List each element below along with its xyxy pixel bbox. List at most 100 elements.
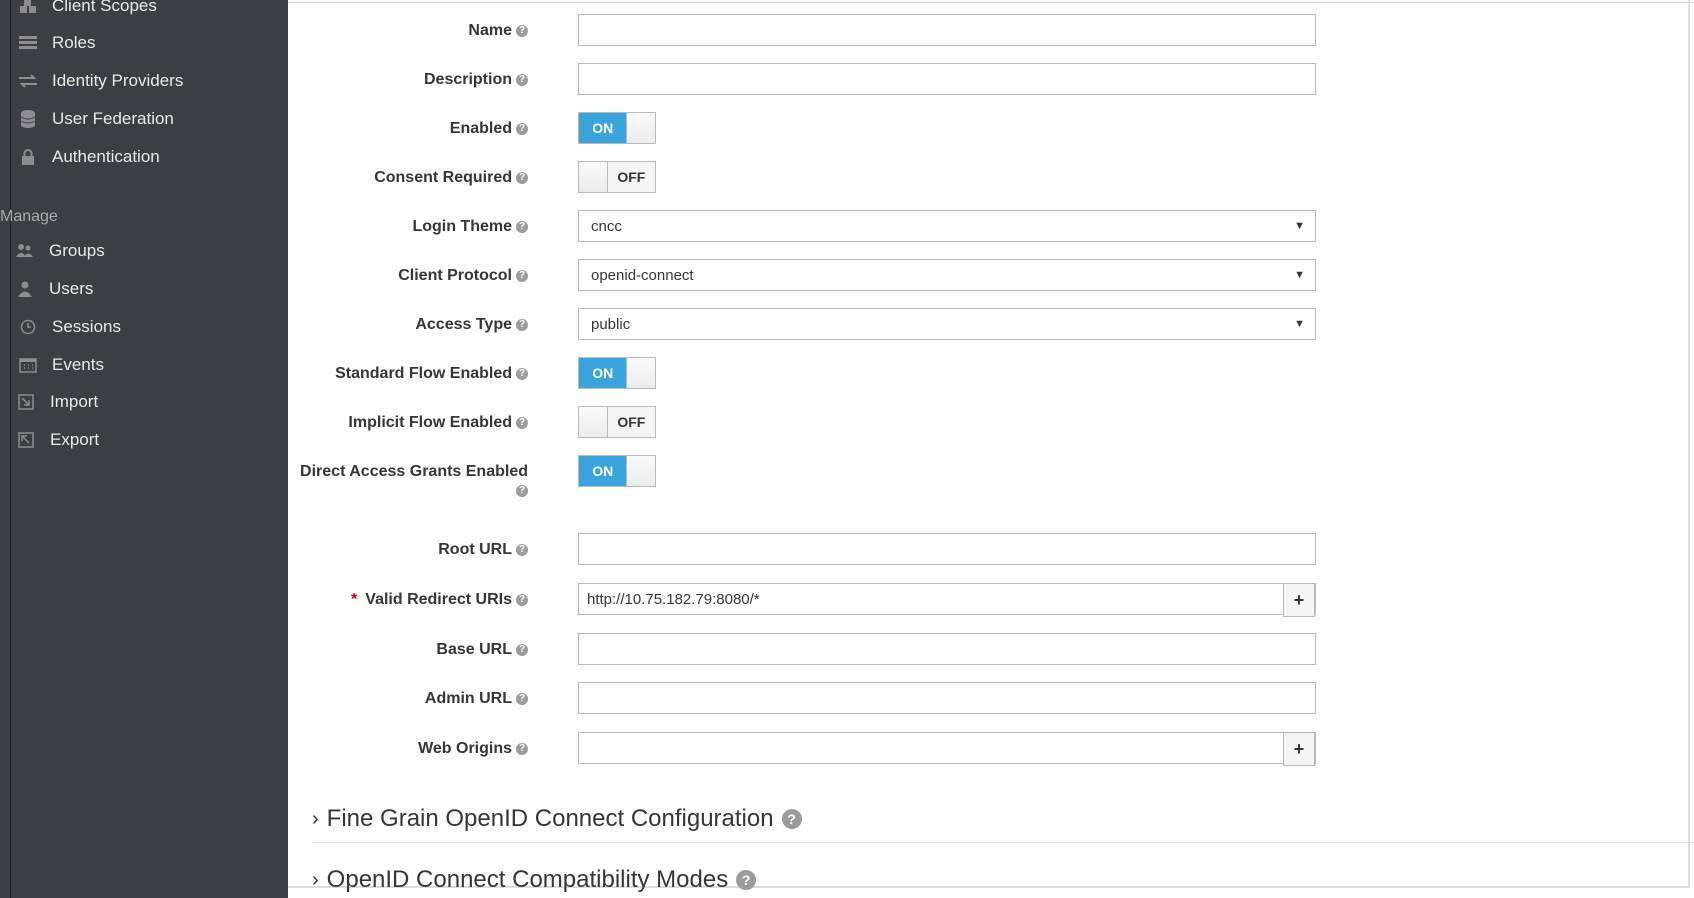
- direct-access-toggle[interactable]: ON: [578, 455, 656, 487]
- required-marker: *: [351, 591, 358, 608]
- export-icon: [16, 430, 36, 450]
- toggle-knob: [626, 358, 655, 388]
- toggle-knob: [579, 407, 608, 437]
- help-icon[interactable]: ?: [516, 25, 528, 37]
- base-url-label: Base URL ?: [436, 641, 528, 659]
- client-protocol-select[interactable]: openid-connect ▼: [578, 259, 1316, 291]
- sidebar-item-groups[interactable]: Groups: [15, 233, 105, 269]
- caret-down-icon: ▼: [1294, 220, 1305, 232]
- implicit-flow-toggle[interactable]: OFF: [578, 406, 656, 438]
- calendar-icon: [18, 355, 38, 375]
- sidebar-item-export[interactable]: Export: [16, 422, 99, 458]
- sidebar-item-label: Import: [50, 392, 99, 411]
- enabled-label: Enabled ?: [450, 120, 528, 138]
- valid-redirect-input[interactable]: http://10.75.182.79:8080/* +: [578, 583, 1316, 617]
- admin-url-input[interactable]: [578, 682, 1316, 714]
- help-icon[interactable]: ?: [736, 870, 757, 890]
- toggle-knob: [626, 113, 655, 143]
- help-icon[interactable]: ?: [516, 485, 528, 497]
- admin-url-label: Admin URL ?: [425, 690, 528, 708]
- sidebar-item-label: User Federation: [52, 109, 174, 128]
- toggle-knob: [626, 456, 655, 486]
- web-origins-input[interactable]: +: [578, 732, 1316, 766]
- compat-section-title: OpenID Connect Compatibility Modes: [326, 866, 729, 893]
- help-icon[interactable]: ?: [516, 319, 528, 331]
- sidebar-item-label: Client Scopes: [52, 0, 157, 15]
- help-icon[interactable]: ?: [516, 417, 528, 429]
- sidebar-item-label: Users: [49, 279, 94, 298]
- help-icon[interactable]: ?: [516, 594, 528, 606]
- standard-flow-label: Standard Flow Enabled ?: [335, 365, 528, 383]
- consent-required-toggle[interactable]: OFF: [578, 161, 656, 193]
- base-url-input[interactable]: [578, 633, 1316, 665]
- sidebar-item-roles[interactable]: Roles: [18, 25, 95, 61]
- sidebar-item-user-federation[interactable]: User Federation: [18, 101, 174, 137]
- roles-list-icon: [18, 33, 38, 53]
- help-icon[interactable]: ?: [516, 644, 528, 656]
- chevron-right-icon: ›: [312, 868, 319, 891]
- sidebar-item-client-scopes[interactable]: Client Scopes: [18, 0, 157, 24]
- top-divider: [288, 2, 1694, 3]
- toggle-on-label: ON: [579, 358, 627, 388]
- toggle-off-label: OFF: [607, 162, 655, 192]
- lock-icon: [18, 147, 38, 167]
- description-label: Description ?: [424, 71, 528, 89]
- chevron-right-icon: ›: [312, 807, 319, 830]
- implicit-flow-label: Implicit Flow Enabled ?: [348, 414, 528, 432]
- main-content: Name ? Description ? Enabled ? ON Consen…: [288, 0, 1694, 898]
- fine-grain-section-title: Fine Grain OpenID Connect Configuration: [326, 805, 774, 832]
- add-web-origin-button[interactable]: +: [1283, 732, 1315, 766]
- access-type-select[interactable]: public ▼: [578, 308, 1316, 340]
- access-type-label: Access Type ?: [415, 316, 528, 334]
- exchange-icon: [18, 71, 38, 91]
- direct-access-label: Direct Access Grants Enabled ?: [300, 463, 528, 497]
- sidebar-item-label: Export: [50, 430, 100, 449]
- frame-right-border: [1688, 0, 1690, 888]
- enabled-toggle[interactable]: ON: [578, 112, 656, 144]
- sidebar-item-events[interactable]: Events: [18, 347, 104, 383]
- help-icon[interactable]: ?: [516, 693, 528, 705]
- sidebar-item-users[interactable]: Users: [15, 271, 93, 307]
- help-icon[interactable]: ?: [516, 368, 528, 380]
- login-theme-label: Login Theme ?: [412, 218, 528, 236]
- sidebar-item-label: Identity Providers: [52, 71, 184, 90]
- sidebar-item-sessions[interactable]: Sessions: [18, 309, 121, 345]
- login-theme-select[interactable]: cncc ▼: [578, 210, 1316, 242]
- clock-icon: [18, 317, 38, 337]
- sidebar: Client Scopes Roles Identity Providers U…: [0, 0, 288, 898]
- root-url-input[interactable]: [578, 533, 1316, 565]
- standard-flow-toggle[interactable]: ON: [578, 357, 656, 389]
- help-icon[interactable]: ?: [516, 544, 528, 556]
- sidebar-item-import[interactable]: Import: [16, 384, 98, 420]
- users-icon: [15, 241, 35, 261]
- description-input[interactable]: [578, 63, 1316, 95]
- valid-redirect-label: * Valid Redirect URIs ?: [351, 591, 528, 609]
- sidebar-item-authentication[interactable]: Authentication: [18, 139, 160, 175]
- compat-section-toggle[interactable]: › OpenID Connect Compatibility Modes ?: [312, 866, 757, 894]
- web-origins-label: Web Origins ?: [418, 740, 528, 758]
- client-protocol-label: Client Protocol ?: [398, 267, 528, 285]
- help-icon[interactable]: ?: [516, 123, 528, 135]
- user-icon: [15, 279, 35, 299]
- consent-required-label: Consent Required ?: [374, 169, 528, 187]
- sidebar-item-identity-providers[interactable]: Identity Providers: [18, 63, 183, 99]
- cubes-icon: [18, 0, 38, 16]
- help-icon[interactable]: ?: [516, 172, 528, 184]
- sidebar-item-label: Events: [52, 355, 104, 374]
- help-icon[interactable]: ?: [516, 743, 528, 755]
- help-icon[interactable]: ?: [516, 221, 528, 233]
- help-icon[interactable]: ?: [516, 270, 528, 282]
- add-redirect-uri-button[interactable]: +: [1283, 583, 1315, 617]
- help-icon[interactable]: ?: [516, 74, 528, 86]
- root-url-label: Root URL ?: [438, 541, 528, 559]
- name-label: Name ?: [468, 22, 528, 40]
- help-icon[interactable]: ?: [781, 809, 802, 829]
- sidebar-item-label: Authentication: [52, 147, 160, 166]
- sidebar-section-manage: Manage: [0, 208, 58, 225]
- caret-down-icon: ▼: [1294, 269, 1305, 281]
- fine-grain-section-toggle[interactable]: › Fine Grain OpenID Connect Configuratio…: [312, 805, 802, 833]
- sidebar-item-label: Sessions: [52, 317, 121, 336]
- sidebar-item-label: Roles: [52, 33, 96, 52]
- name-input[interactable]: [578, 14, 1316, 46]
- sidebar-item-label: Groups: [49, 241, 105, 260]
